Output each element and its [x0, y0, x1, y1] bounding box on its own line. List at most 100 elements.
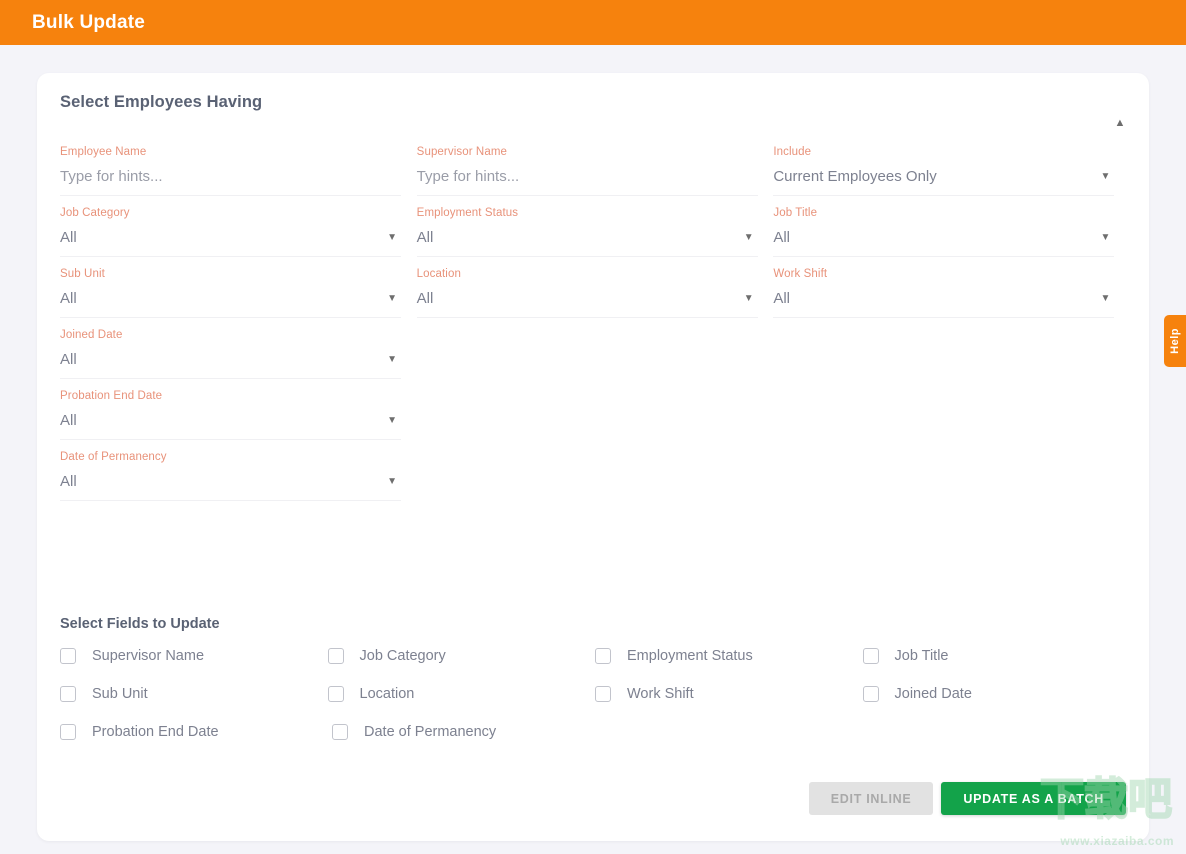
- section-title-select-fields: Select Fields to Update: [60, 616, 220, 632]
- checkbox-job-category[interactable]: [328, 648, 344, 664]
- filter-label-employee-name: Employee Name: [60, 146, 401, 158]
- filter-select-joined-date[interactable]: All▼: [60, 349, 401, 379]
- filter-cell: Employment Status All▼: [417, 196, 774, 257]
- filter-select-job-title[interactable]: All▼: [773, 227, 1114, 257]
- update-field-item-sub-unit[interactable]: Sub Unit: [60, 686, 328, 702]
- checkbox-label-job-category: Job Category: [360, 648, 446, 664]
- update-fields-checkbox-grid: Supervisor Name Job Category Employment St…: [60, 648, 1130, 762]
- filter-cell: Employee Name Type for hints...: [60, 135, 417, 196]
- page-title: Bulk Update: [32, 12, 145, 34]
- filter-select-date-of-permanency[interactable]: All▼: [60, 471, 401, 501]
- filter-input-employee-name[interactable]: Type for hints...: [60, 166, 401, 196]
- filter-cell: Include Current Employees Only▼: [773, 135, 1130, 196]
- chevron-down-icon[interactable]: ▼: [744, 231, 754, 245]
- update-field-item-date-of-permanency[interactable]: Date of Permanency: [332, 724, 604, 740]
- filter-row: Employee NameType for hints...Supervisor…: [60, 135, 1130, 196]
- filter-select-sub-unit[interactable]: All▼: [60, 288, 401, 318]
- filter-select-employment-status[interactable]: All▼: [417, 227, 758, 257]
- update-field-item-location[interactable]: Location: [328, 686, 596, 702]
- help-tab-label: Help: [1169, 328, 1181, 354]
- checkbox-label-job-title: Job Title: [895, 648, 949, 664]
- filter-field-employment-status: Employment Status All▼: [417, 196, 758, 257]
- filter-label-supervisor-name: Supervisor Name: [417, 146, 758, 158]
- filter-grid: Employee NameType for hints...Supervisor…: [60, 135, 1130, 501]
- filter-field-work-shift: Work Shift All▼: [773, 257, 1114, 318]
- filter-cell: Date of Permanency All▼: [60, 440, 417, 501]
- update-field-item-probation-end-date[interactable]: Probation End Date: [60, 724, 332, 740]
- filter-value-include: Current Employees Only: [773, 166, 1114, 188]
- filter-field-supervisor-name: Supervisor Name Type for hints...: [417, 135, 758, 196]
- checkbox-sub-unit[interactable]: [60, 686, 76, 702]
- chevron-down-icon[interactable]: ▼: [1100, 231, 1110, 245]
- filter-label-job-category: Job Category: [60, 207, 401, 219]
- checkbox-probation-end-date[interactable]: [60, 724, 76, 740]
- filter-field-job-category: Job Category All▼: [60, 196, 401, 257]
- checkbox-label-employment-status: Employment Status: [627, 648, 753, 664]
- filter-cell: Joined DateAll▼: [60, 318, 417, 379]
- filter-cell: LocationAll▼: [417, 257, 774, 318]
- chevron-down-icon[interactable]: ▼: [387, 414, 397, 428]
- filter-cell: Probation End Date All▼: [60, 379, 417, 440]
- filter-row: Joined DateAll▼: [60, 318, 1130, 379]
- filter-label-date-of-permanency: Date of Permanency: [60, 451, 401, 463]
- edit-inline-button[interactable]: EDIT INLINE: [809, 782, 934, 815]
- checkbox-row: Probation End DateDate of Permanency: [60, 724, 1130, 740]
- filter-value-job-category: All: [60, 227, 401, 249]
- chevron-down-icon[interactable]: ▼: [1100, 292, 1110, 306]
- app-header: Bulk Update: [0, 0, 1186, 45]
- checkbox-joined-date[interactable]: [863, 686, 879, 702]
- update-as-batch-button[interactable]: UPDATE AS A BATCH: [941, 782, 1126, 815]
- update-field-item-supervisor-name[interactable]: Supervisor Name: [60, 648, 328, 664]
- checkbox-location[interactable]: [328, 686, 344, 702]
- filter-input-supervisor-name[interactable]: Type for hints...: [417, 166, 758, 196]
- filter-label-employment-status: Employment Status: [417, 207, 758, 219]
- update-field-item-joined-date[interactable]: Joined Date: [863, 686, 1131, 702]
- filter-label-work-shift: Work Shift: [773, 268, 1114, 280]
- filter-field-location: LocationAll▼: [417, 257, 758, 318]
- checkbox-employment-status[interactable]: [595, 648, 611, 664]
- chevron-down-icon[interactable]: ▼: [387, 353, 397, 367]
- filter-value-probation-end-date: All: [60, 410, 401, 432]
- filter-value-employment-status: All: [417, 227, 758, 249]
- filter-row: Date of Permanency All▼: [60, 440, 1130, 501]
- filter-select-work-shift[interactable]: All▼: [773, 288, 1114, 318]
- chevron-down-icon[interactable]: ▼: [387, 475, 397, 489]
- filter-field-sub-unit: Sub UnitAll▼: [60, 257, 401, 318]
- update-field-item-job-category[interactable]: Job Category: [328, 648, 596, 664]
- filter-select-job-category[interactable]: All▼: [60, 227, 401, 257]
- update-field-item-employment-status[interactable]: Employment Status: [595, 648, 863, 664]
- caret-up-icon[interactable]: ▲: [1110, 113, 1130, 133]
- checkbox-row: Sub UnitLocation Work Shift Joined Date: [60, 686, 1130, 702]
- checkbox-date-of-permanency[interactable]: [332, 724, 348, 740]
- filter-value-work-shift: All: [773, 288, 1114, 310]
- help-tab-button[interactable]: Help: [1164, 315, 1186, 367]
- update-field-item-job-title[interactable]: Job Title: [863, 648, 1131, 664]
- filter-value-date-of-permanency: All: [60, 471, 401, 493]
- chevron-down-icon[interactable]: ▼: [387, 292, 397, 306]
- filter-label-include: Include: [773, 146, 1114, 158]
- filter-value-location: All: [417, 288, 758, 310]
- filter-cell: Work Shift All▼: [773, 257, 1130, 318]
- checkbox-label-work-shift: Work Shift: [627, 686, 694, 702]
- checkbox-job-title[interactable]: [863, 648, 879, 664]
- filter-label-probation-end-date: Probation End Date: [60, 390, 401, 402]
- filter-select-probation-end-date[interactable]: All▼: [60, 410, 401, 440]
- filter-value-job-title: All: [773, 227, 1114, 249]
- chevron-down-icon[interactable]: ▼: [1100, 170, 1110, 184]
- filter-row: Job CategoryAll▼Employment StatusAll▼Job…: [60, 196, 1130, 257]
- update-field-item-work-shift[interactable]: Work Shift: [595, 686, 863, 702]
- checkbox-work-shift[interactable]: [595, 686, 611, 702]
- filter-field-joined-date: Joined DateAll▼: [60, 318, 401, 379]
- bulk-update-card: Select Employees Having ▲ Employee NameT…: [37, 73, 1149, 841]
- checkbox-supervisor-name[interactable]: [60, 648, 76, 664]
- chevron-down-icon[interactable]: ▼: [744, 292, 754, 306]
- filter-value-supervisor-name: Type for hints...: [417, 166, 758, 188]
- chevron-down-icon[interactable]: ▼: [387, 231, 397, 245]
- filter-select-include[interactable]: Current Employees Only▼: [773, 166, 1114, 196]
- filter-select-location[interactable]: All▼: [417, 288, 758, 318]
- filter-cell: Job Category All▼: [60, 196, 417, 257]
- checkbox-label-joined-date: Joined Date: [895, 686, 972, 702]
- filter-label-job-title: Job Title: [773, 207, 1114, 219]
- action-button-bar: EDIT INLINE UPDATE AS A BATCH: [809, 782, 1126, 815]
- filter-field-include: Include Current Employees Only▼: [773, 135, 1114, 196]
